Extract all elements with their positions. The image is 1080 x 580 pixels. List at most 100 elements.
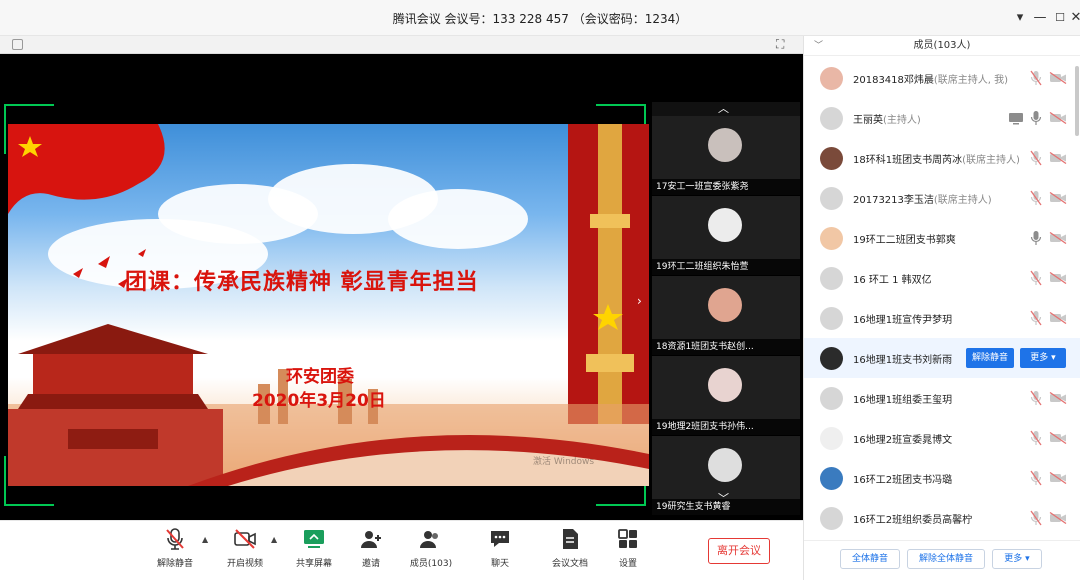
mute-all-button[interactable]: 全体静音 <box>840 549 900 569</box>
camera-off-icon[interactable] <box>1049 72 1067 84</box>
member-row[interactable]: 16 环工 1 韩双亿 <box>804 258 1080 298</box>
strip-up-arrow-icon[interactable]: ︿ <box>718 100 729 116</box>
camera-off-icon[interactable] <box>1049 392 1067 404</box>
member-more-button[interactable]: 更多 ▾ <box>1020 348 1066 368</box>
mic-muted-icon[interactable] <box>1030 310 1042 326</box>
invite-button[interactable]: 邀请 <box>341 527 401 577</box>
member-name: 16地理1班支书刘新雨 <box>853 351 952 366</box>
camera-off-icon[interactable] <box>1049 472 1067 484</box>
audio-options-caret[interactable]: ▲ <box>202 535 208 544</box>
mic-muted-icon[interactable] <box>1030 470 1042 486</box>
close-button[interactable]: ✕ <box>1066 8 1080 28</box>
member-row[interactable]: 16环工2班组织委员高馨柠 <box>804 498 1080 538</box>
member-row[interactable]: 20183418邓炜晨(联席主持人, 我) <box>804 58 1080 98</box>
member-name: 16环工2班团支书冯璐 <box>853 471 952 486</box>
fullscreen-icon[interactable]: ⛶ <box>776 37 784 52</box>
member-panel-footer: 全体静音 解除全体静音 更多 ▾ <box>804 540 1080 580</box>
mic-icon[interactable] <box>1030 230 1042 246</box>
slide-title: 团课：传承民族精神 彰显青年担当 <box>125 270 479 295</box>
members-label: 成员(103) <box>409 559 453 569</box>
mic-muted-icon[interactable] <box>1030 150 1042 166</box>
member-name-text: 16地理1班宣传尹梦玥 <box>853 315 953 326</box>
member-name-text: 16地理2班宣委晁博文 <box>853 435 953 446</box>
video-tile[interactable]: 19环工二班组织朱怡萱 <box>652 196 800 276</box>
document-icon <box>563 529 578 549</box>
mic-muted-icon[interactable] <box>1030 390 1042 406</box>
camera-off-icon[interactable] <box>1049 272 1067 284</box>
mic-icon[interactable] <box>1030 110 1042 126</box>
video-options-caret[interactable]: ▲ <box>271 535 277 544</box>
member-name-text: 王丽英 <box>853 115 883 126</box>
camera-off-icon[interactable] <box>1049 232 1067 244</box>
slide-organization: 环安团委 <box>286 367 354 387</box>
chat-button[interactable]: 聊天 <box>470 527 530 577</box>
member-name: 16地理2班宣委晁博文 <box>853 431 952 446</box>
collapse-chevron-icon[interactable]: ﹀ <box>814 36 823 56</box>
pin-icon[interactable]: ▾ <box>1010 8 1030 28</box>
member-row[interactable]: 王丽英(主持人) <box>804 98 1080 138</box>
member-name-text: 18环科1班团支书周芮冰 <box>853 155 963 166</box>
title-bar: 腾讯会议 会议号：133 228 457 （会议密码：1234） ▾ — ☐ ✕ <box>0 0 1080 36</box>
member-row[interactable]: 16地理1班宣传尹梦玥 <box>804 298 1080 338</box>
member-row[interactable]: 16地理1班组委王玺玥 <box>804 378 1080 418</box>
members-button[interactable]: 成员(103) <box>401 527 461 577</box>
strip-down-arrow-icon[interactable]: ﹀ <box>718 490 729 506</box>
member-name: 20173213李玉洁(联席主持人) <box>853 191 992 206</box>
share-screen-button[interactable]: 共享屏幕 <box>284 527 344 577</box>
member-name-text: 16 环工 1 韩双亿 <box>853 275 932 286</box>
unmute-all-button[interactable]: 解除全体静音 <box>907 549 985 569</box>
avatar <box>820 187 843 210</box>
member-panel-title: 成员(103人) <box>913 40 971 51</box>
chat-icon <box>491 531 509 547</box>
meeting-toolbar: 解除静音 ▲ 开启视频 ▲ 共享屏幕 邀请 成员(103) 聊天 会议文档 设置 <box>0 520 803 580</box>
camera-off-icon[interactable] <box>1049 312 1067 324</box>
avatar <box>820 67 843 90</box>
members-icon <box>420 531 438 548</box>
unmute-button[interactable]: 解除静音 <box>145 527 205 577</box>
leave-meeting-button[interactable]: 离开会议 <box>708 538 770 564</box>
meeting-docs-button[interactable]: 会议文档 <box>540 527 600 577</box>
camera-off-icon[interactable] <box>1049 152 1067 164</box>
slide-next-icon[interactable]: › <box>637 294 642 308</box>
more-options-button[interactable]: 更多 ▾ <box>992 549 1042 569</box>
member-row[interactable]: 16环工2班团支书冯璐 <box>804 458 1080 498</box>
mic-muted-icon[interactable] <box>1030 270 1042 286</box>
avatar <box>820 347 843 370</box>
member-panel-header: ﹀ 成员(103人) <box>804 36 1080 56</box>
member-row[interactable]: 19环工二班团支书郭爽 <box>804 218 1080 258</box>
camera-off-icon[interactable] <box>1049 192 1067 204</box>
flag-graphic <box>8 124 165 214</box>
video-tile[interactable]: 18资源1班团支书赵创... <box>652 276 800 356</box>
shield-icon <box>12 39 23 50</box>
start-video-button[interactable]: 开启视频 <box>215 527 275 577</box>
member-list-scrollbar[interactable] <box>1075 66 1079 136</box>
mic-muted-icon[interactable] <box>1030 430 1042 446</box>
member-row[interactable]: 16地理2班宣委晁博文 <box>804 418 1080 458</box>
camera-off-icon[interactable] <box>1049 432 1067 444</box>
member-panel: ﹀ 成员(103人) 20183418邓炜晨(联席主持人, 我) 王丽英(主持人)… <box>803 36 1080 580</box>
camera-off-icon[interactable] <box>1049 512 1067 524</box>
settings-button[interactable]: 设置 <box>598 527 658 577</box>
avatar <box>820 307 843 330</box>
share-screen-icon <box>304 530 324 548</box>
member-row[interactable]: 20173213李玉洁(联席主持人) <box>804 178 1080 218</box>
member-unmute-button[interactable]: 解除静音 <box>966 348 1014 368</box>
member-name: 18环科1班团支书周芮冰(联席主持人) <box>853 151 1020 166</box>
member-role-text: (联席主持人) <box>962 155 1020 166</box>
add-user-icon <box>361 531 381 548</box>
video-tile[interactable]: 17安工一班宣委张紫尧 <box>652 116 800 196</box>
member-name-text: 19环工二班团支书郭爽 <box>853 235 956 246</box>
member-row[interactable]: 18环科1班团支书周芮冰(联席主持人) <box>804 138 1080 178</box>
mic-muted-icon[interactable] <box>1030 70 1042 86</box>
member-row[interactable]: 16地理1班支书刘新雨 解除静音 更多 ▾ <box>804 338 1080 378</box>
screen-share-icon <box>1009 113 1023 125</box>
avatar <box>708 128 742 162</box>
minimize-button[interactable]: — <box>1030 8 1050 28</box>
avatar <box>708 288 742 322</box>
mic-muted-icon[interactable] <box>1030 190 1042 206</box>
member-name-text: 16地理1班支书刘新雨 <box>853 355 953 366</box>
camera-off-icon[interactable] <box>1049 112 1067 124</box>
video-tile[interactable]: 19地理2班团支书孙伟... <box>652 356 800 436</box>
avatar <box>820 147 843 170</box>
mic-muted-icon[interactable] <box>1030 510 1042 526</box>
